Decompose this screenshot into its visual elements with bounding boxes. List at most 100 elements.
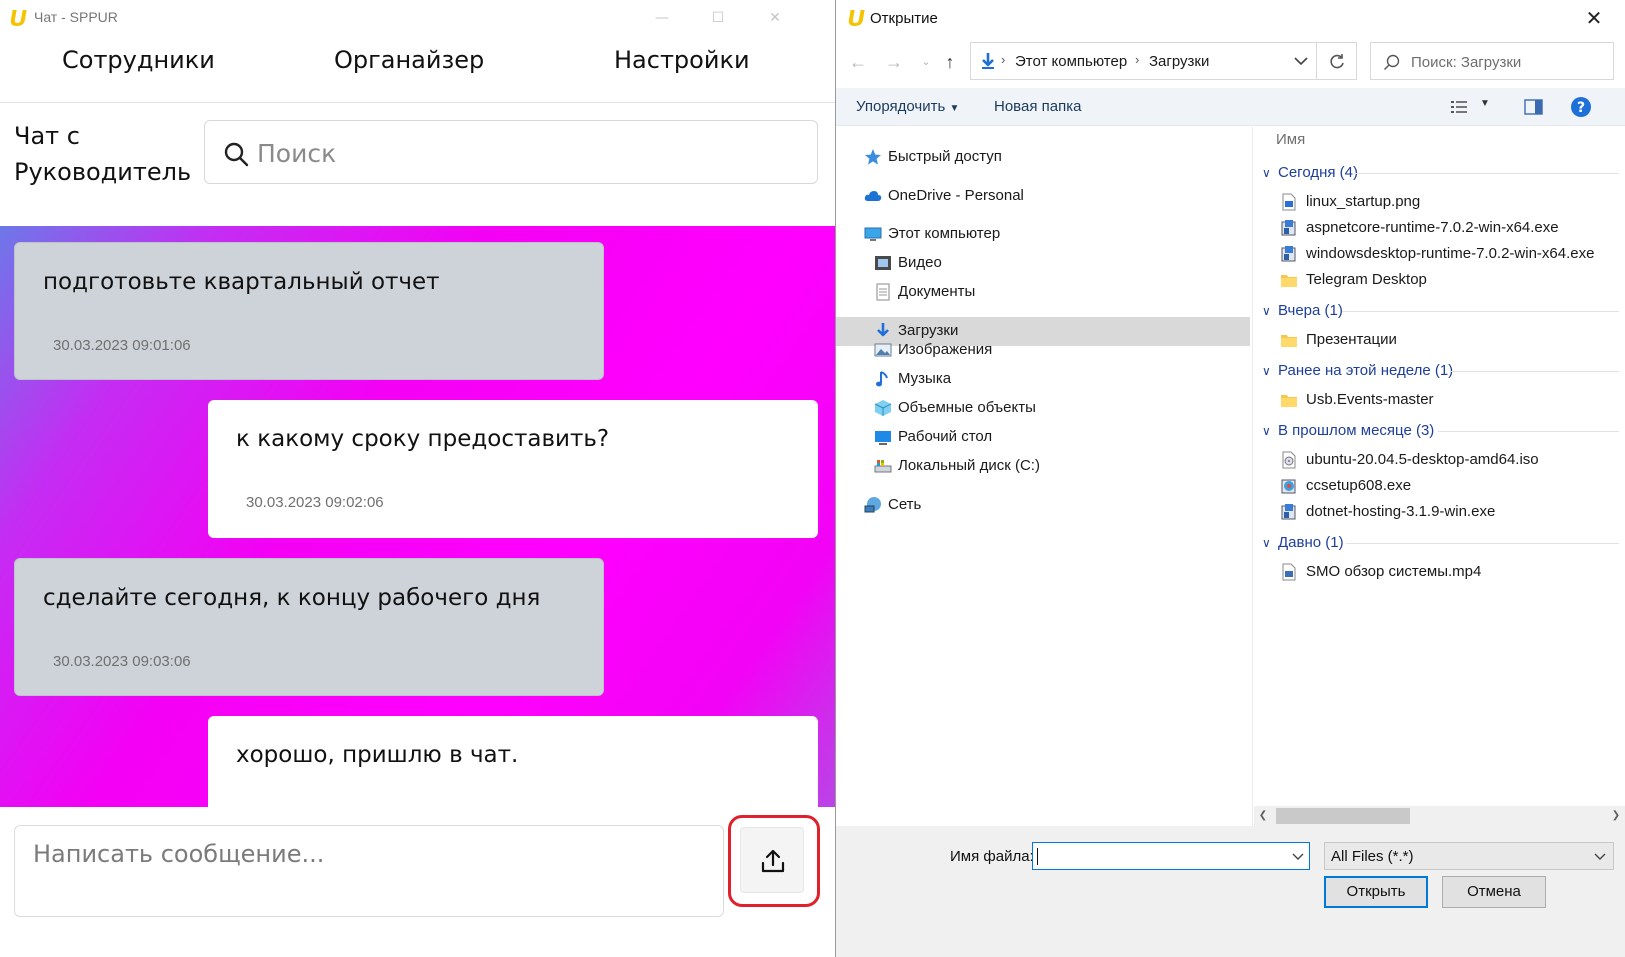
- minimize-button[interactable]: —: [650, 6, 674, 30]
- folder-icon: [1281, 275, 1297, 287]
- chevron-down-icon: ∨: [1262, 424, 1271, 438]
- desktop-icon: [875, 431, 891, 445]
- message-input[interactable]: [14, 825, 724, 917]
- file-name: windowsdesktop-runtime-7.0.2-win-x64.exe: [1306, 245, 1595, 262]
- breadcrumb-downloads[interactable]: Загрузки: [1149, 53, 1209, 70]
- maximize-button[interactable]: ☐: [706, 6, 730, 30]
- view-options-icon[interactable]: [1450, 99, 1470, 115]
- group-label: Сегодня (4): [1278, 164, 1358, 181]
- pane-divider: [1252, 127, 1253, 827]
- downloads-arrow-icon: [982, 53, 994, 69]
- nav-settings[interactable]: Настройки: [614, 46, 750, 74]
- chevron-down-icon: ∨: [1262, 304, 1271, 318]
- file-name: aspnetcore-runtime-7.0.2-win-x64.exe: [1306, 219, 1559, 236]
- nav-employees[interactable]: Сотрудники: [62, 46, 215, 74]
- search-input[interactable]: [257, 133, 797, 173]
- column-header-name[interactable]: Имя: [1276, 131, 1305, 148]
- file-name: Telegram Desktop: [1306, 271, 1427, 288]
- chevron-down-icon[interactable]: [1291, 849, 1305, 863]
- search-box[interactable]: [204, 120, 818, 184]
- forward-button[interactable]: →: [880, 48, 908, 76]
- nav-label: Локальный диск (C:): [898, 457, 1040, 474]
- chevron-down-icon[interactable]: [1292, 52, 1310, 70]
- close-button[interactable]: ✕: [763, 6, 787, 30]
- window-title: Чат - SPPUR: [34, 9, 118, 25]
- computer-icon: [864, 227, 882, 241]
- chat-title-line2: Руководитель: [14, 158, 192, 186]
- filetype-select[interactable]: All Files (*.*): [1324, 842, 1614, 870]
- cancel-button[interactable]: Отмена: [1442, 876, 1546, 908]
- group-divider: [1450, 371, 1619, 372]
- chat-title: Чат с Руководитель: [14, 118, 191, 190]
- nav-label: Документы: [898, 283, 976, 300]
- new-folder-button[interactable]: Новая папка: [994, 98, 1081, 115]
- refresh-button[interactable]: [1317, 42, 1357, 80]
- dialog-footer: Имя файла: All Files (*.*) Открыть Отмен…: [836, 826, 1625, 957]
- disc-image-icon: [1282, 451, 1296, 469]
- nav-label: Музыка: [898, 370, 952, 387]
- dialog-search-box[interactable]: [1370, 42, 1614, 80]
- preview-pane-icon[interactable]: [1524, 98, 1544, 116]
- group-divider: [1342, 311, 1619, 312]
- breadcrumb-separator-icon: ›: [1001, 52, 1006, 67]
- organize-menu[interactable]: Упорядочить ▼: [856, 98, 959, 115]
- back-button[interactable]: ←: [844, 48, 872, 76]
- file-name: SMO обзор системы.mp4: [1306, 563, 1482, 580]
- installer-icon: [1281, 504, 1296, 520]
- navigation-pane: Быстрый доступ OneDrive - Personal Этот …: [836, 127, 1250, 827]
- organize-label: Упорядочить: [856, 98, 946, 115]
- file-name: Usb.Events-master: [1306, 391, 1434, 408]
- document-icon: [876, 283, 890, 301]
- scroll-right-icon[interactable]: ❯: [1609, 808, 1623, 824]
- help-icon[interactable]: ?: [1570, 96, 1592, 118]
- chat-title-line1: Чат с: [14, 122, 80, 150]
- horizontal-scrollbar[interactable]: ❮ ❯: [1254, 806, 1625, 826]
- dialog-close-button[interactable]: ✕: [1581, 6, 1607, 32]
- file-list[interactable]: Имя ∨ Сегодня (4) linux_startup.png aspn…: [1254, 127, 1625, 827]
- upload-icon: [761, 849, 785, 873]
- installer-icon: [1281, 246, 1296, 262]
- nav-divider: [0, 102, 836, 103]
- view-dropdown-icon[interactable]: ▼: [1480, 98, 1490, 109]
- nav-label: Сеть: [888, 496, 922, 513]
- breadcrumb-this-pc[interactable]: Этот компьютер: [1015, 53, 1127, 70]
- upload-file-button[interactable]: [740, 827, 804, 893]
- group-label: В прошлом месяце (3): [1278, 422, 1435, 439]
- file-name: Презентации: [1306, 331, 1397, 348]
- nav-label: Этот компьютер: [888, 225, 1001, 242]
- nav-label: Изображения: [898, 341, 993, 358]
- address-bar[interactable]: › Этот компьютер › Загрузки: [970, 42, 1317, 80]
- dialog-titlebar: Открытие ✕: [836, 0, 1625, 38]
- nav-organizer[interactable]: Органайзер: [334, 46, 484, 74]
- message-timestamp: 30.03.2023 09:03:06: [53, 653, 191, 670]
- video-file-icon: [1282, 563, 1296, 581]
- message-bubble-incoming: подготовьте квартальный отчет 30.03.2023…: [14, 242, 604, 380]
- message-list[interactable]: подготовьте квартальный отчет 30.03.2023…: [0, 226, 836, 807]
- chevron-down-icon: [1594, 853, 1606, 860]
- app-logo-icon: [10, 10, 27, 26]
- video-icon: [875, 256, 891, 270]
- open-button[interactable]: Открыть: [1324, 876, 1428, 908]
- message-bubble-outgoing: к какому сроку предоставить? 30.03.2023 …: [208, 400, 818, 538]
- up-button[interactable]: ↑: [936, 48, 964, 76]
- nav-label: Рабочий стол: [898, 428, 993, 445]
- folder-icon: [1281, 395, 1297, 407]
- message-text: хорошо, пришлю в чат.: [236, 742, 519, 768]
- music-icon: [876, 371, 888, 387]
- file-name: linux_startup.png: [1306, 193, 1421, 210]
- scroll-left-icon[interactable]: ❮: [1256, 808, 1270, 824]
- file-open-dialog: Открытие ✕ ← → ⌄ ↑ › Этот компьютер › За…: [836, 0, 1625, 957]
- file-name: dotnet-hosting-3.1.9-win.exe: [1306, 503, 1496, 520]
- text-caret: [1037, 848, 1038, 865]
- file-name: ubuntu-20.04.5-desktop-amd64.iso: [1306, 451, 1539, 468]
- nav-label: Видео: [898, 254, 942, 271]
- dialog-title: Открытие: [870, 10, 938, 27]
- network-icon: [864, 497, 881, 513]
- cube-icon: [874, 400, 892, 416]
- refresh-icon: [1330, 54, 1344, 69]
- app-logo-icon: [848, 10, 865, 26]
- scrollbar-thumb[interactable]: [1276, 808, 1410, 824]
- dialog-search-input[interactable]: [1411, 51, 1607, 73]
- download-icon: [877, 323, 889, 337]
- filename-input[interactable]: [1032, 842, 1310, 870]
